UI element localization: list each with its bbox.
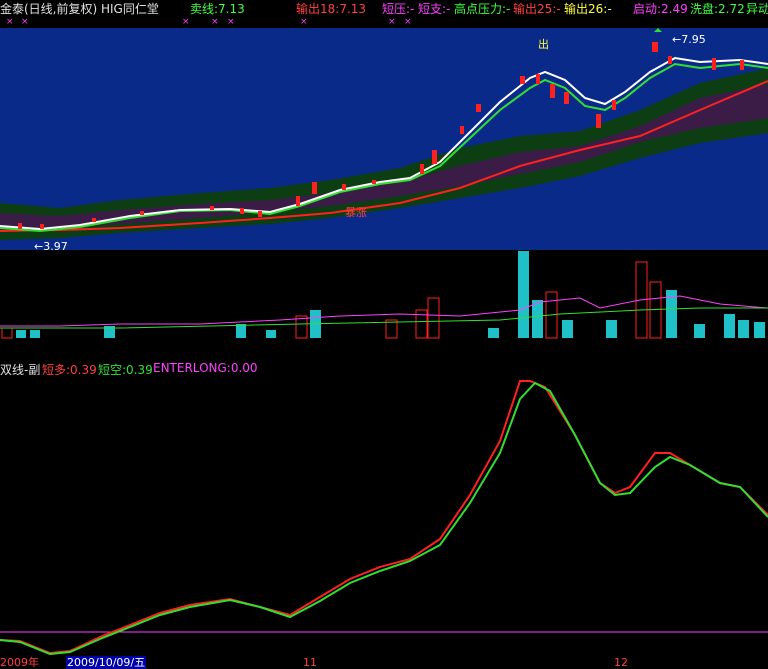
candle — [312, 182, 317, 194]
chart-title: 金泰(日线,前复权) HIG同仁堂 — [0, 2, 159, 16]
x-marker: × — [211, 17, 219, 27]
candle — [712, 58, 716, 70]
extra-value: 异动 — [746, 2, 768, 16]
start-value: 启动:2.49 — [633, 2, 688, 16]
candle — [240, 208, 244, 214]
candle — [476, 104, 481, 112]
date-axis-dec: 12 — [614, 656, 628, 669]
x-marker: × — [404, 17, 412, 27]
candle — [372, 180, 376, 184]
wash-value: 洗盘:2.72 — [690, 2, 745, 16]
storm-label: 暴涨 — [345, 206, 367, 219]
x-marker: × — [227, 17, 235, 27]
indicator-chart[interactable] — [0, 375, 768, 655]
candle — [612, 100, 616, 110]
sell-signal-label: 出 — [538, 37, 549, 51]
candle — [652, 42, 658, 52]
candle — [92, 218, 96, 222]
sell-line-value: 卖线:7.13 — [190, 2, 245, 16]
x-marker: × — [21, 17, 29, 27]
candle — [460, 126, 464, 134]
candle — [140, 211, 144, 215]
high-price-label: ←7.95 — [672, 33, 706, 46]
candle — [596, 114, 601, 128]
output26-value: 输出26:- — [564, 2, 612, 16]
candle — [296, 196, 300, 206]
enterlong-value: ENTERLONG:0.00 — [153, 361, 258, 375]
candle — [668, 56, 672, 64]
price-chart[interactable]: 出 暴涨 ←3.97 ←7.95 — [0, 28, 768, 252]
date-axis-current: 2009/10/09/五 — [66, 656, 147, 669]
date-axis-nov: 11 — [303, 656, 317, 669]
x-marker: × — [182, 17, 190, 27]
short-support-value: 短支:- — [418, 2, 451, 16]
x-marker: × — [6, 17, 14, 27]
x-marker: × — [300, 17, 308, 27]
x-marker: × — [388, 17, 396, 27]
current-date-box: 2009/10/09/五 — [66, 656, 147, 669]
candle — [40, 224, 44, 229]
short-press-value: 短压:- — [382, 2, 415, 16]
candle — [432, 150, 437, 164]
candle — [18, 223, 22, 229]
volume-chart[interactable] — [0, 250, 768, 342]
date-axis-year: 2009年 — [0, 656, 39, 669]
candle — [258, 211, 262, 217]
candle — [520, 76, 525, 84]
candle — [536, 74, 540, 84]
high-pressure-value: 高点压力:- — [454, 2, 511, 16]
output25-value: 输出25:- — [513, 2, 561, 16]
candle — [740, 60, 744, 70]
candle — [564, 92, 569, 104]
candle — [210, 206, 214, 210]
candle — [420, 164, 424, 174]
candle — [550, 84, 555, 98]
indicator-background — [0, 375, 768, 655]
candle — [342, 184, 346, 190]
output18-value: 输出18:7.13 — [296, 2, 367, 16]
